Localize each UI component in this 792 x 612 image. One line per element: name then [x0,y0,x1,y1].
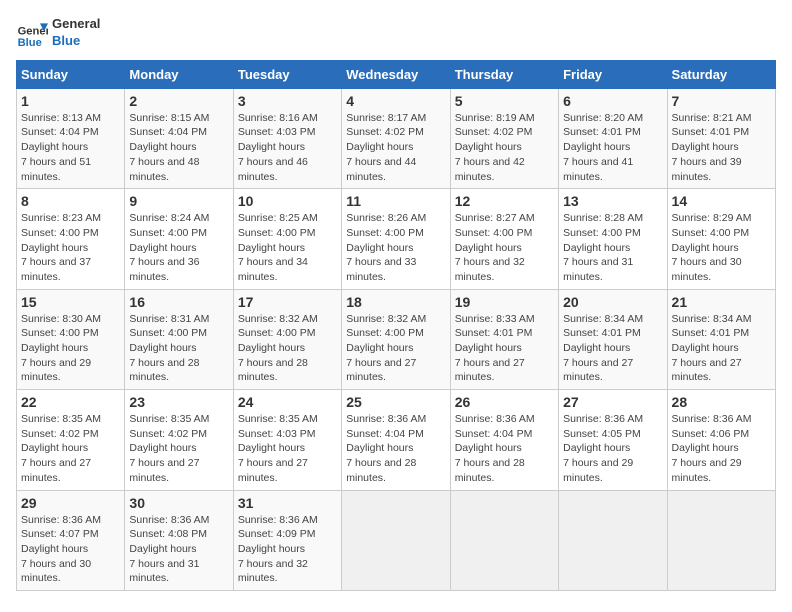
table-row: 20 Sunrise: 8:34 AMSunset: 4:01 PMDaylig… [559,289,667,389]
table-row: 11 Sunrise: 8:26 AMSunset: 4:00 PMDaylig… [342,189,450,289]
calendar-week: 15 Sunrise: 8:30 AMSunset: 4:00 PMDaylig… [17,289,776,389]
empty-cell [667,490,775,590]
logo-text: General Blue [52,16,100,50]
table-row: 26 Sunrise: 8:36 AMSunset: 4:04 PMDaylig… [450,390,558,490]
table-row: 8 Sunrise: 8:23 AMSunset: 4:00 PMDayligh… [17,189,125,289]
table-row: 24 Sunrise: 8:35 AMSunset: 4:03 PMDaylig… [233,390,341,490]
table-row: 15 Sunrise: 8:30 AMSunset: 4:00 PMDaylig… [17,289,125,389]
calendar-week: 29 Sunrise: 8:36 AMSunset: 4:07 PMDaylig… [17,490,776,590]
table-row: 21 Sunrise: 8:34 AMSunset: 4:01 PMDaylig… [667,289,775,389]
col-thursday: Thursday [450,60,558,88]
table-row: 29 Sunrise: 8:36 AMSunset: 4:07 PMDaylig… [17,490,125,590]
table-row: 17 Sunrise: 8:32 AMSunset: 4:00 PMDaylig… [233,289,341,389]
col-friday: Friday [559,60,667,88]
logo: General Blue General Blue [16,16,100,50]
col-tuesday: Tuesday [233,60,341,88]
table-row: 9 Sunrise: 8:24 AMSunset: 4:00 PMDayligh… [125,189,233,289]
empty-cell [559,490,667,590]
col-monday: Monday [125,60,233,88]
col-sunday: Sunday [17,60,125,88]
page-header: General Blue General Blue [16,16,776,50]
table-row: 23 Sunrise: 8:35 AMSunset: 4:02 PMDaylig… [125,390,233,490]
empty-cell [342,490,450,590]
calendar-week: 8 Sunrise: 8:23 AMSunset: 4:00 PMDayligh… [17,189,776,289]
table-row: 3 Sunrise: 8:16 AMSunset: 4:03 PMDayligh… [233,88,341,188]
table-row: 19 Sunrise: 8:33 AMSunset: 4:01 PMDaylig… [450,289,558,389]
calendar-week: 1 Sunrise: 8:13 AMSunset: 4:04 PMDayligh… [17,88,776,188]
col-wednesday: Wednesday [342,60,450,88]
table-row: 28 Sunrise: 8:36 AMSunset: 4:06 PMDaylig… [667,390,775,490]
table-row: 6 Sunrise: 8:20 AMSunset: 4:01 PMDayligh… [559,88,667,188]
table-row: 13 Sunrise: 8:28 AMSunset: 4:00 PMDaylig… [559,189,667,289]
table-row: 16 Sunrise: 8:31 AMSunset: 4:00 PMDaylig… [125,289,233,389]
table-row: 10 Sunrise: 8:25 AMSunset: 4:00 PMDaylig… [233,189,341,289]
table-row: 27 Sunrise: 8:36 AMSunset: 4:05 PMDaylig… [559,390,667,490]
table-row: 22 Sunrise: 8:35 AMSunset: 4:02 PMDaylig… [17,390,125,490]
table-row: 31 Sunrise: 8:36 AMSunset: 4:09 PMDaylig… [233,490,341,590]
table-row: 14 Sunrise: 8:29 AMSunset: 4:00 PMDaylig… [667,189,775,289]
logo-icon: General Blue [16,17,48,49]
table-row: 18 Sunrise: 8:32 AMSunset: 4:00 PMDaylig… [342,289,450,389]
table-row: 12 Sunrise: 8:27 AMSunset: 4:00 PMDaylig… [450,189,558,289]
empty-cell [450,490,558,590]
table-row: 4 Sunrise: 8:17 AMSunset: 4:02 PMDayligh… [342,88,450,188]
calendar-table: Sunday Monday Tuesday Wednesday Thursday… [16,60,776,591]
table-row: 5 Sunrise: 8:19 AMSunset: 4:02 PMDayligh… [450,88,558,188]
table-row: 7 Sunrise: 8:21 AMSunset: 4:01 PMDayligh… [667,88,775,188]
table-row: 1 Sunrise: 8:13 AMSunset: 4:04 PMDayligh… [17,88,125,188]
table-row: 2 Sunrise: 8:15 AMSunset: 4:04 PMDayligh… [125,88,233,188]
header-row: Sunday Monday Tuesday Wednesday Thursday… [17,60,776,88]
svg-text:Blue: Blue [18,37,42,49]
table-row: 25 Sunrise: 8:36 AMSunset: 4:04 PMDaylig… [342,390,450,490]
table-row: 30 Sunrise: 8:36 AMSunset: 4:08 PMDaylig… [125,490,233,590]
col-saturday: Saturday [667,60,775,88]
calendar-week: 22 Sunrise: 8:35 AMSunset: 4:02 PMDaylig… [17,390,776,490]
